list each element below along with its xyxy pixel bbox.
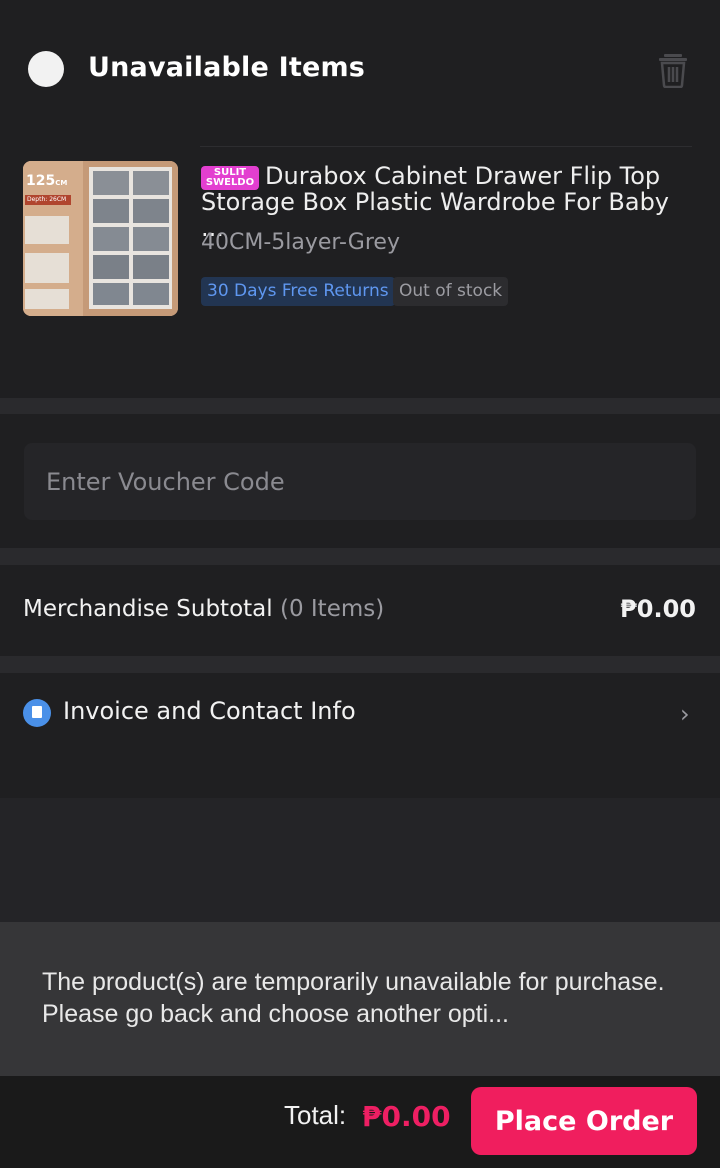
- product-thumbnail[interactable]: 125CM Depth: 26CM: [23, 161, 178, 316]
- chevron-right-icon: ›: [680, 700, 690, 728]
- empty-area: [0, 798, 720, 922]
- invoice-contact-row[interactable]: [0, 673, 720, 798]
- trash-icon[interactable]: [655, 50, 691, 88]
- merchandise-subtotal-value: ₱0.00: [620, 595, 696, 623]
- voucher-code-input[interactable]: [24, 443, 696, 520]
- free-returns-tag[interactable]: 30 Days Free Returns: [201, 277, 395, 306]
- section-gap: [0, 548, 720, 565]
- section-gap: [0, 398, 720, 414]
- merchandise-subtotal-label: Merchandise Subtotal (0 Items): [23, 596, 385, 622]
- subtotal-item-count: (0 Items): [279, 596, 385, 622]
- invoice-icon: [23, 699, 51, 727]
- invoice-contact-label: Invoice and Contact Info: [63, 697, 356, 725]
- divider: [200, 146, 692, 147]
- total-value: ₱0.00: [362, 1100, 451, 1133]
- unavailable-items-title: Unavailable Items: [88, 52, 366, 83]
- thumb-depth-label: Depth: 26CM: [27, 196, 67, 203]
- product-variant: 40CM-5layer-Grey: [201, 230, 400, 255]
- place-order-button[interactable]: Place Order: [471, 1087, 697, 1155]
- select-all-radio[interactable]: [28, 51, 64, 87]
- toast-message: The product(s) are temporarily unavailab…: [42, 968, 665, 1028]
- thumb-width-label: 125CM: [26, 173, 68, 189]
- section-gap: [0, 656, 720, 673]
- out-of-stock-tag: Out of stock: [393, 277, 509, 306]
- total-label: Total:: [284, 1100, 347, 1130]
